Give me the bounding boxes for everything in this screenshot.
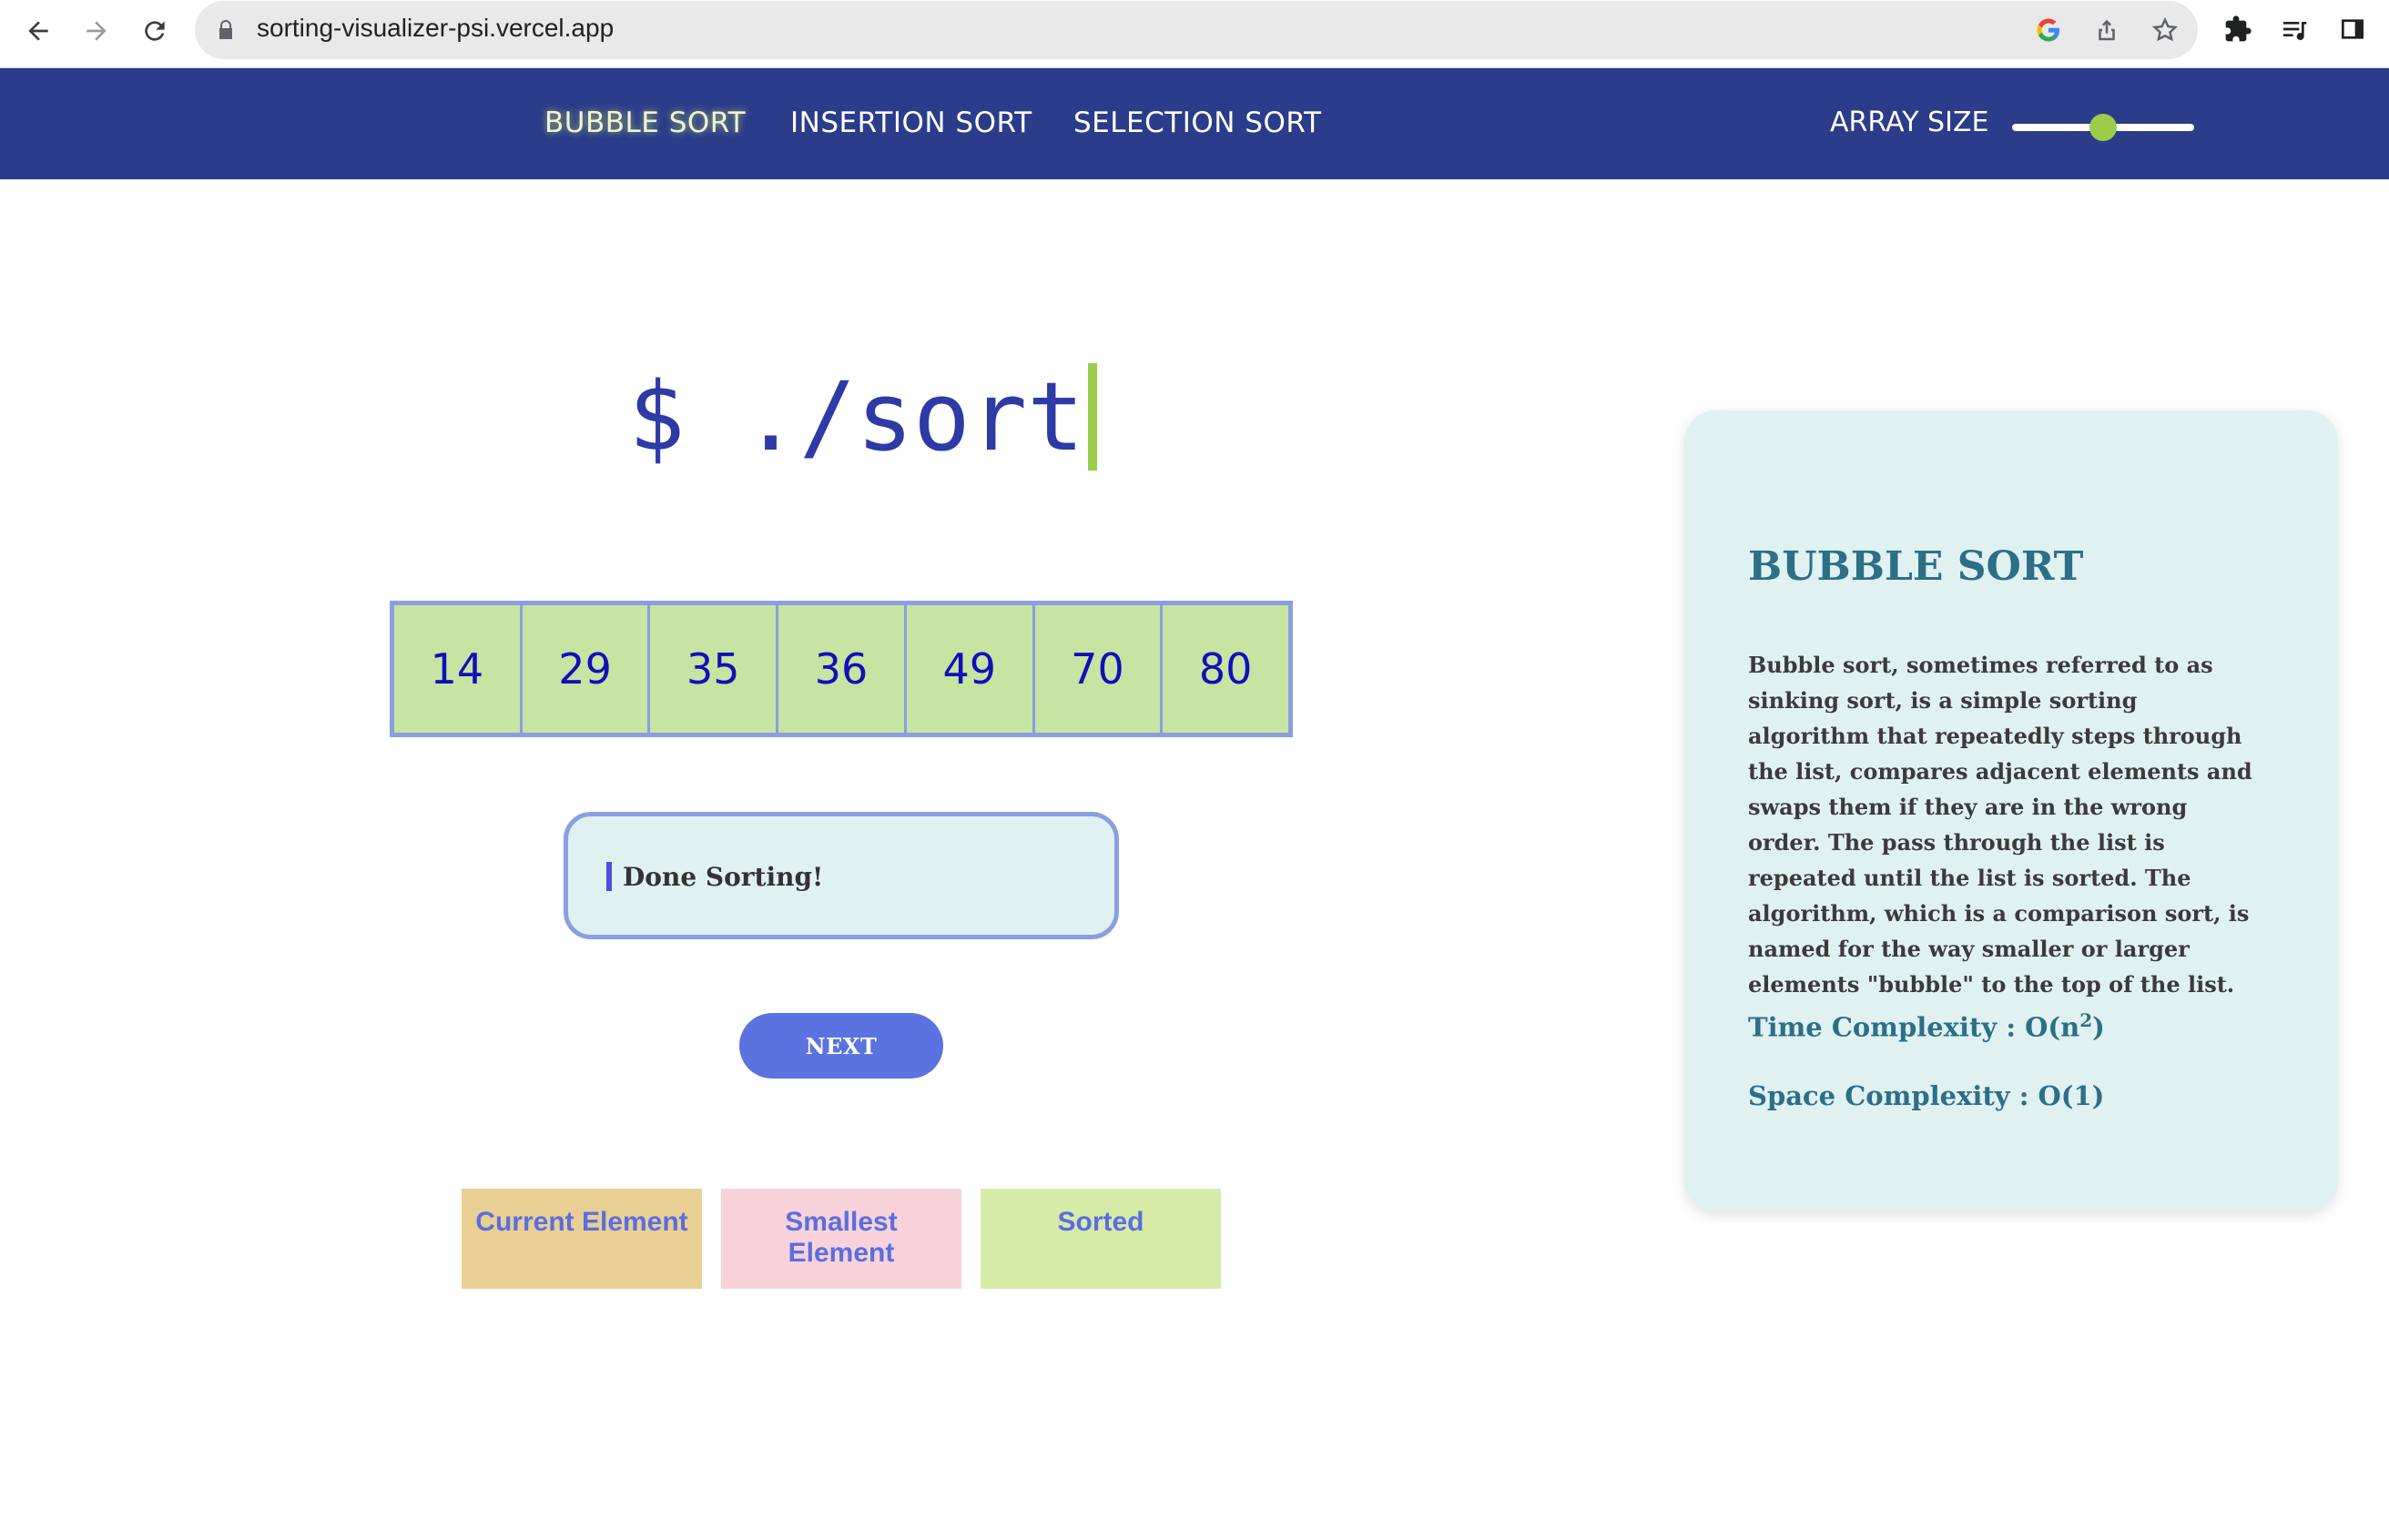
forward-icon[interactable] xyxy=(76,11,117,51)
slider-thumb[interactable] xyxy=(2089,114,2117,141)
google-icon[interactable] xyxy=(2034,15,2063,45)
terminal-prompt: $ ./sort xyxy=(628,361,1084,472)
media-playlist-icon[interactable] xyxy=(2278,13,2311,46)
nav-bubble-sort[interactable]: BUBBLE SORT xyxy=(544,106,746,139)
time-complexity-exponent: 2 xyxy=(2079,1009,2093,1031)
legend-current-element: Current Element xyxy=(462,1189,702,1289)
nav-selection-sort[interactable]: SELECTION SORT xyxy=(1073,106,1322,139)
array-cell: 80 xyxy=(1163,605,1289,733)
legend-label: Current Element xyxy=(475,1207,688,1237)
time-complexity: Time Complexity : O(n2) xyxy=(1748,1009,2105,1043)
info-title: BUBBLE SORT xyxy=(1748,543,2084,590)
legend-label: Sorted xyxy=(1057,1207,1144,1237)
array-cell: 14 xyxy=(394,605,523,733)
array-cell: 70 xyxy=(1034,605,1164,733)
address-bar[interactable]: sorting-visualizer-psi.vercel.app xyxy=(195,1,2198,59)
array-size-label: ARRAY SIZE xyxy=(1830,106,1989,138)
legend-label: Smallest Element xyxy=(785,1207,898,1268)
array-cell: 35 xyxy=(650,605,779,733)
reload-icon[interactable] xyxy=(135,11,175,51)
legend-smallest-element: Smallest Element xyxy=(721,1189,961,1289)
next-button[interactable]: NEXT xyxy=(739,1013,943,1079)
terminal-heading: $ ./sort xyxy=(628,361,1097,472)
browser-toolbar: sorting-visualizer-psi.vercel.app xyxy=(0,0,2389,68)
status-box: Done Sorting! xyxy=(564,812,1119,939)
array-display: 14 29 35 36 49 70 80 xyxy=(390,601,1293,737)
array-cell: 29 xyxy=(522,605,651,733)
terminal-cursor xyxy=(1087,363,1097,471)
nav-insertion-sort[interactable]: INSERTION SORT xyxy=(790,106,1032,139)
share-icon[interactable] xyxy=(2092,15,2121,45)
bookmark-star-icon[interactable] xyxy=(2150,15,2180,45)
back-icon[interactable] xyxy=(18,11,58,51)
legend-sorted: Sorted xyxy=(981,1189,1221,1289)
time-complexity-label: Time Complexity : O(n xyxy=(1748,1011,2080,1043)
status-cursor xyxy=(606,862,612,891)
lock-icon xyxy=(219,20,232,39)
array-cell: 49 xyxy=(906,605,1035,733)
status-message: Done Sorting! xyxy=(623,862,824,892)
array-cell: 36 xyxy=(778,605,907,733)
side-panel-icon[interactable] xyxy=(2336,13,2369,46)
info-description: Bubble sort, sometimes referred to as si… xyxy=(1748,652,2252,998)
space-complexity: Space Complexity : O(1) xyxy=(1748,1080,2105,1111)
app-navbar: BUBBLE SORT INSERTION SORT SELECTION SOR… xyxy=(0,68,2389,179)
array-size-slider[interactable] xyxy=(2012,114,2194,141)
extensions-icon[interactable] xyxy=(2221,13,2254,46)
url-text[interactable]: sorting-visualizer-psi.vercel.app xyxy=(257,14,614,43)
time-complexity-close: ) xyxy=(2092,1011,2105,1043)
algorithm-info-card: BUBBLE SORT Bubble sort, sometimes refer… xyxy=(1684,410,2338,1211)
